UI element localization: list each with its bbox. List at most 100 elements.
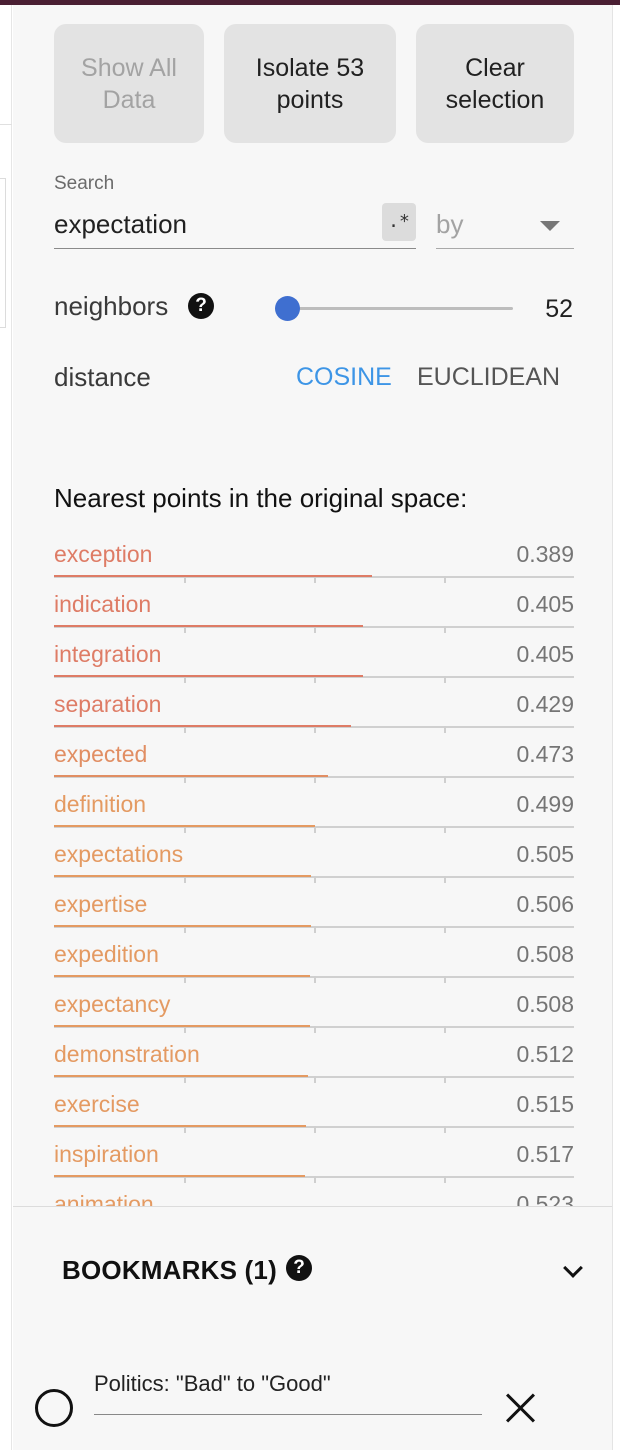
search-label: Search [54, 173, 115, 194]
distance-bar-tick [314, 826, 316, 833]
bookmarks-title: BOOKMARKS (1) [62, 1255, 277, 1285]
neighbor-distance: 0.517 [516, 1141, 574, 1167]
list-item[interactable]: animation 0.523 [54, 1185, 574, 1207]
list-item[interactable]: integration 0.405 [54, 635, 574, 685]
neighbor-word[interactable]: exercise [54, 1091, 140, 1118]
neighbor-word[interactable]: expectations [54, 841, 183, 868]
distance-bar-tick [184, 926, 186, 933]
list-item[interactable]: expectancy 0.508 [54, 985, 574, 1035]
neighbor-word[interactable]: exception [54, 541, 152, 568]
distance-bar-tick [184, 976, 186, 983]
neighbor-word[interactable]: animation [54, 1191, 154, 1207]
distance-bar-tick [314, 926, 316, 933]
list-item[interactable]: separation 0.429 [54, 685, 574, 735]
list-item[interactable]: definition 0.499 [54, 785, 574, 835]
neighbor-word[interactable]: inspiration [54, 1141, 159, 1168]
nearest-points-title: Nearest points in the original space: [54, 483, 468, 513]
neighbor-word[interactable]: expectancy [54, 991, 170, 1018]
regex-toggle-button[interactable]: .* [382, 203, 416, 241]
distance-bar-tick [314, 726, 316, 733]
list-item[interactable]: demonstration 0.512 [54, 1035, 574, 1085]
distance-bar-tick [184, 676, 186, 683]
close-icon[interactable] [504, 1391, 538, 1425]
distance-label: distance [54, 362, 151, 392]
distance-bar-tick [314, 1026, 316, 1033]
distance-option-euclidean[interactable]: EUCLIDEAN [417, 363, 560, 392]
neighbor-word[interactable]: separation [54, 691, 161, 718]
distance-bar-tick [314, 1076, 316, 1083]
left-collapsed-tab[interactable] [0, 178, 6, 328]
distance-bar-tick [444, 926, 446, 933]
distance-bar-tick [444, 1126, 446, 1133]
neighbor-word[interactable]: expedition [54, 941, 159, 968]
distance-bar [54, 675, 363, 677]
neighbor-word[interactable]: expected [54, 741, 147, 768]
bookmark-radio[interactable] [35, 1389, 73, 1427]
distance-bar [54, 625, 363, 627]
neighbor-distance: 0.405 [516, 641, 574, 667]
isolate-points-button[interactable]: Isolate 53 points [224, 24, 396, 143]
distance-bar [54, 1125, 306, 1127]
distance-bar-tick [184, 1126, 186, 1133]
distance-bar-tick [314, 1176, 316, 1183]
neighbor-distance: 0.508 [516, 991, 574, 1017]
neighbor-distance: 0.512 [516, 1041, 574, 1067]
list-item[interactable]: expertise 0.506 [54, 885, 574, 935]
distance-bar-tick [314, 1126, 316, 1133]
neighbor-distance: 0.499 [516, 791, 574, 817]
distance-option-cosine[interactable]: COSINE [296, 363, 392, 392]
bookmarks-divider [13, 1206, 612, 1207]
distance-bar-tick [184, 826, 186, 833]
show-all-data-label: Show All Data [81, 53, 177, 114]
distance-bar [54, 725, 351, 727]
distance-bar-tick [314, 776, 316, 783]
distance-bar [54, 1075, 308, 1077]
distance-bar-tick [184, 876, 186, 883]
bookmark-name-input[interactable]: Politics: "Bad" to "Good" [94, 1371, 482, 1415]
distance-bar-tick [444, 576, 446, 583]
distance-bar-tick [314, 876, 316, 883]
right-scroll-strip[interactable] [612, 5, 620, 1450]
neighbors-label: neighbors [54, 291, 169, 321]
clear-selection-button[interactable]: Clear selection [416, 24, 574, 143]
neighbor-distance: 0.523 [516, 1191, 574, 1207]
help-icon[interactable]: ? [188, 293, 214, 319]
neighbor-word[interactable]: demonstration [54, 1041, 200, 1068]
distance-bar [54, 975, 310, 977]
distance-bar [54, 825, 315, 827]
neighbor-distance: 0.515 [516, 1091, 574, 1117]
bookmarks-help-icon[interactable]: ? [286, 1255, 312, 1281]
show-all-data-button[interactable]: Show All Data [54, 24, 204, 143]
neighbor-distance: 0.405 [516, 591, 574, 617]
neighbors-slider-thumb[interactable] [274, 296, 300, 321]
nearest-points-list: exception 0.389 indication 0.405 integration… [54, 535, 574, 1207]
search-by-select[interactable]: by [436, 203, 574, 249]
list-item[interactable]: exception 0.389 [54, 535, 574, 585]
neighbor-distance: 0.389 [516, 541, 574, 567]
list-item[interactable]: expedition 0.508 [54, 935, 574, 985]
left-divider [0, 124, 12, 125]
distance-bar-tick [444, 976, 446, 983]
list-item[interactable]: indication 0.405 [54, 585, 574, 635]
list-item[interactable]: expected 0.473 [54, 735, 574, 785]
distance-bar-tick [444, 776, 446, 783]
neighbor-word[interactable]: integration [54, 641, 161, 668]
neighbor-word[interactable]: expertise [54, 891, 147, 918]
neighbor-distance: 0.508 [516, 941, 574, 967]
neighbor-word[interactable]: indication [54, 591, 151, 618]
distance-bar-tick [184, 626, 186, 633]
list-item[interactable]: exercise 0.515 [54, 1085, 574, 1135]
neighbor-word[interactable]: definition [54, 791, 146, 818]
neighbors-slider-track[interactable] [275, 307, 513, 310]
search-input[interactable]: expectation [54, 203, 416, 249]
list-item[interactable]: expectations 0.505 [54, 835, 574, 885]
inspector-panel: Show All Data Isolate 53 points Clear se… [13, 5, 612, 1450]
distance-bar-tick [184, 776, 186, 783]
distance-bar-tick [314, 676, 316, 683]
distance-bar [54, 1175, 305, 1177]
dropdown-caret-icon [540, 221, 560, 231]
isolate-points-label: Isolate 53 points [255, 53, 365, 114]
chevron-down-icon[interactable] [563, 1258, 583, 1278]
search-by-placeholder: by [436, 209, 464, 239]
list-item[interactable]: inspiration 0.517 [54, 1135, 574, 1185]
